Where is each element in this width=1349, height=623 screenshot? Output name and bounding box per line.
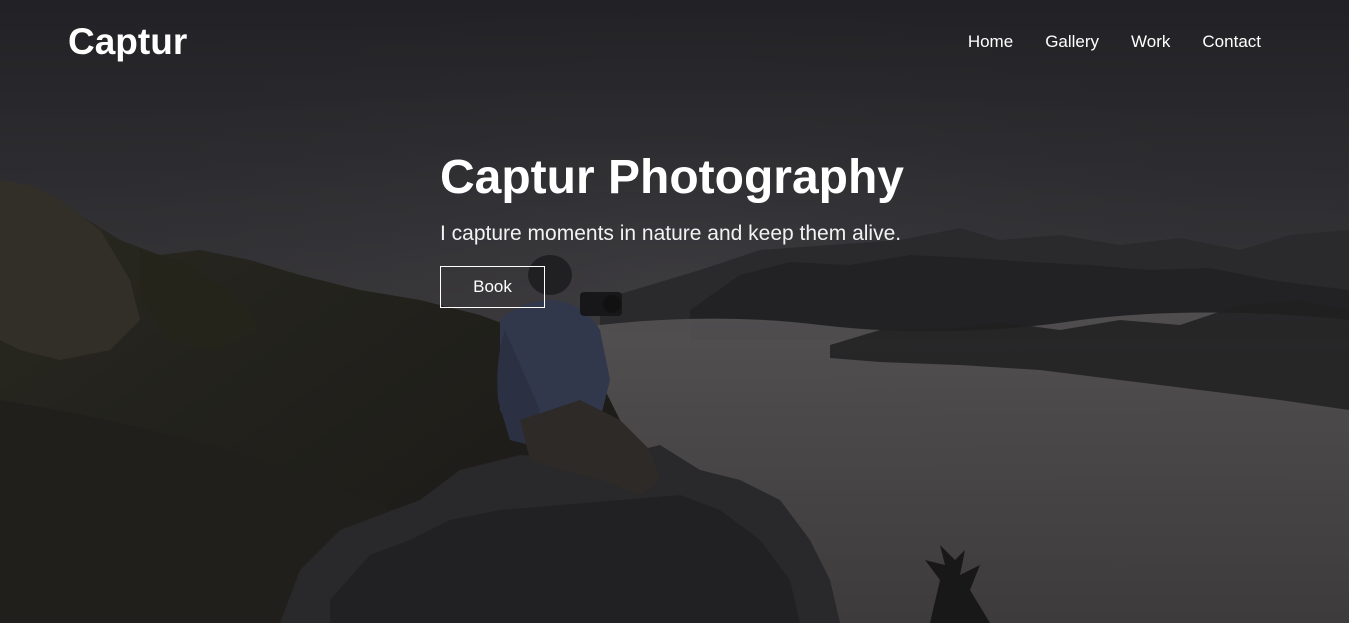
book-button[interactable]: Book bbox=[440, 266, 545, 308]
nav-link-contact[interactable]: Contact bbox=[1170, 31, 1261, 53]
hero-section: Captur Home Gallery Work Contact Captur … bbox=[0, 0, 1349, 623]
nav-item: Work bbox=[1099, 31, 1170, 53]
nav-item: Home bbox=[936, 31, 1013, 53]
hero-title: Captur Photography bbox=[440, 151, 904, 204]
brand-logo[interactable]: Captur bbox=[68, 21, 187, 63]
hero-subtitle: I capture moments in nature and keep the… bbox=[440, 222, 902, 245]
nav-item: Contact bbox=[1170, 31, 1261, 53]
nav-link-gallery[interactable]: Gallery bbox=[1013, 31, 1099, 53]
nav-link-home[interactable]: Home bbox=[936, 31, 1013, 53]
hero-dark-overlay bbox=[0, 0, 1349, 623]
nav-list: Home Gallery Work Contact bbox=[936, 31, 1261, 53]
nav-item: Gallery bbox=[1013, 31, 1099, 53]
hero-content: Captur Photography I capture moments in … bbox=[440, 150, 960, 308]
nav-link-work[interactable]: Work bbox=[1099, 31, 1170, 53]
